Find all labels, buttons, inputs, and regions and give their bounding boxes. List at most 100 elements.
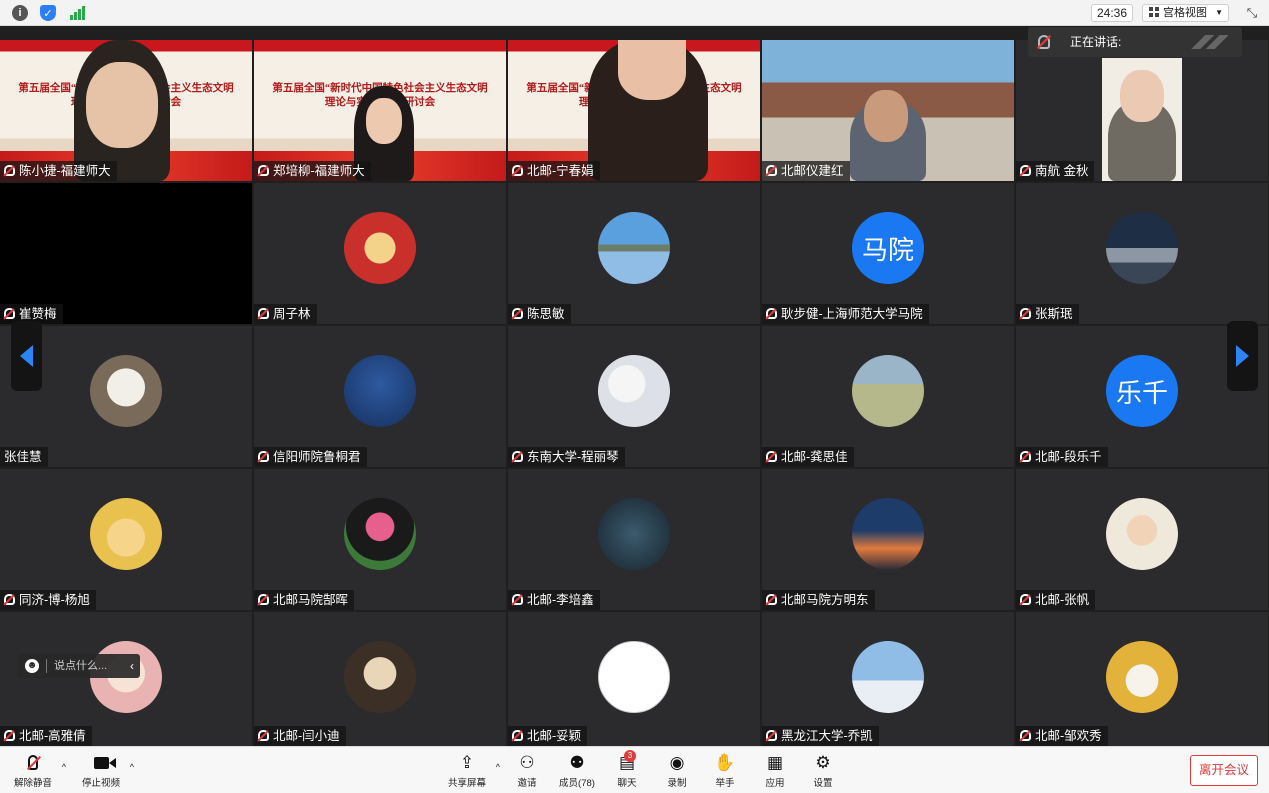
participant-name: 北邮-妥颖 [508,726,588,746]
participant-tile[interactable]: 第五届全国“新时代中国特色社会主义生态文明理论与实践”学术研讨会 北邮-宁春娟 [508,40,760,181]
chat-button[interactable]: ▤ 3 聊天 [610,750,644,791]
participant-tile[interactable]: 北邮-邹欢秀 [1016,612,1268,746]
members-button[interactable]: ⚉ 成员(78) [556,753,598,791]
bottom-toolbar: 解除静音 ^ 停止视频 ^ ⇪ 共享屏幕 ^ ⚇ 邀请 ⚉ 成员(78) ▤ 3… [0,746,1269,793]
apps-button[interactable]: ▦ 应用 [758,753,792,791]
share-screen-icon: ⇪ [459,753,475,772]
arrow-right-icon [1236,345,1249,367]
participant-name: 北邮-闫小迪 [254,726,346,746]
next-page-button[interactable] [1227,321,1258,391]
chat-placeholder[interactable]: 说点什么... [54,654,107,678]
participant-tile[interactable]: 第五届全国“新时代中国特色社会主义生态文明理论与实践”学术研讨会 郑培柳-福建师… [254,40,506,181]
record-button[interactable]: ◉ 录制 [660,753,694,791]
shield-icon[interactable]: ✓ [40,5,56,21]
participant-name: 南航 金秋 [1016,161,1095,181]
avatar: 马院 [852,212,924,284]
speaking-label: 正在讲话: [1070,35,1122,49]
participant-name: 北邮仪建红 [762,161,850,181]
participant-tile[interactable]: 黑龙江大学-乔凯 [762,612,1014,746]
avatar [852,355,924,427]
apps-icon: ▦ [766,753,784,772]
info-icon[interactable]: i [12,5,28,21]
participant-tile[interactable]: 信阳师院鲁桐君 [254,326,506,467]
unmute-button[interactable]: 解除静音 ^ [12,753,66,791]
audio-wave-icon [1188,35,1232,49]
avatar [1106,212,1178,284]
mic-muted-icon [766,730,777,741]
participant-tile[interactable]: 北邮-龚思佳 [762,326,1014,467]
share-screen-button[interactable]: ⇪ 共享屏幕 ^ [446,753,500,791]
participant-tile[interactable]: 东南大学-程丽琴 [508,326,760,467]
meeting-window: i ✓ 24:36 宫格视图 ▼ ⤡ 第五届全国“新时代中国特色社会主义生态文明… [0,0,1269,793]
mic-muted-icon [22,753,44,773]
chevron-up-icon[interactable]: ^ [130,762,134,772]
prev-page-button[interactable] [11,321,42,391]
mic-muted-icon [512,594,523,605]
view-mode-dropdown[interactable]: 宫格视图 ▼ [1142,4,1229,22]
participant-tile[interactable]: 北邮仪建红 [762,40,1014,181]
participant-tile[interactable]: 南航 金秋 [1016,40,1268,181]
mic-muted-icon [512,730,523,741]
participant-tile[interactable]: 崔赞梅 [0,183,252,324]
participant-tile[interactable]: 北邮-李培鑫 [508,469,760,610]
participant-name: 张佳慧 [0,447,48,467]
avatar [1106,498,1178,570]
participant-name: 郑培柳-福建师大 [254,161,371,181]
chevron-up-icon[interactable]: ^ [62,762,66,772]
leave-meeting-button[interactable]: 离开会议 [1190,755,1258,786]
avatar [344,355,416,427]
avatar [344,641,416,713]
avatar [1106,641,1178,713]
mic-muted-icon [1020,308,1031,319]
signal-icon[interactable] [68,5,85,21]
participant-name: 张斯珉 [1016,304,1079,324]
participant-tile[interactable]: 马院 耿步健-上海师范大学马院 [762,183,1014,324]
participant-tile[interactable]: 第五届全国“新时代中国特色社会主义生态文明理论与实践”学术研讨会 陈小捷-福建师… [0,40,252,181]
participant-tile[interactable]: 同济-博-杨旭 [0,469,252,610]
participant-tile[interactable]: 张斯珉 [1016,183,1268,324]
active-speaker-panel: 正在讲话: [1028,27,1242,57]
stop-video-button[interactable]: 停止视频 ^ [80,753,134,791]
raise-hand-button[interactable]: ✋ 举手 [708,753,742,791]
participant-tile[interactable]: 陈思敏 [508,183,760,324]
participant-name: 北邮-宁春娟 [508,161,600,181]
participant-tile[interactable]: 北邮-妥颖 [508,612,760,746]
participant-name: 信阳师院鲁桐君 [254,447,367,467]
participant-name: 北邮-段乐千 [1016,447,1108,467]
chevron-up-icon[interactable]: ^ [496,762,500,772]
participant-tile[interactable]: 北邮-高雅倩 [0,612,252,746]
participant-name: 陈思敏 [508,304,571,324]
mic-muted-icon [1020,165,1031,176]
participant-tile[interactable]: 北邮马院方明东 [762,469,1014,610]
avatar [852,498,924,570]
avatar: 乐千 [1106,355,1178,427]
participant-tile[interactable]: 北邮-闫小迪 [254,612,506,746]
chat-badge: 3 [624,750,636,762]
collapse-icon[interactable]: ‹ [130,654,134,678]
fullscreen-icon[interactable]: ⤡ [1243,4,1261,22]
participant-tile[interactable]: 周子林 [254,183,506,324]
participant-tile[interactable]: 北邮-张帆 [1016,469,1268,610]
participant-name: 北邮-邹欢秀 [1016,726,1108,746]
mic-muted-icon [4,730,15,741]
chat-quick-input[interactable]: ☻ 说点什么... ‹ [18,654,140,678]
video-camera-icon [90,753,116,773]
mic-muted-icon [1038,35,1050,49]
avatar [598,355,670,427]
top-bar: i ✓ 24:36 宫格视图 ▼ ⤡ [0,0,1269,26]
avatar [598,498,670,570]
invite-button[interactable]: ⚇ 邀请 [510,753,544,791]
settings-button[interactable]: ⚙ 设置 [806,753,840,791]
mic-muted-icon [258,594,269,605]
arrow-left-icon [20,345,33,367]
mic-muted-icon [512,451,523,462]
participant-name: 北邮-张帆 [1016,590,1096,610]
participant-name: 北邮马院郜晖 [254,590,355,610]
avatar [598,212,670,284]
participant-tile[interactable]: 北邮马院郜晖 [254,469,506,610]
participant-name: 北邮-龚思佳 [762,447,854,467]
mic-muted-icon [512,165,523,176]
mic-muted-icon [766,451,777,462]
emoji-icon[interactable]: ☻ [25,659,39,673]
mic-muted-icon [766,165,777,176]
